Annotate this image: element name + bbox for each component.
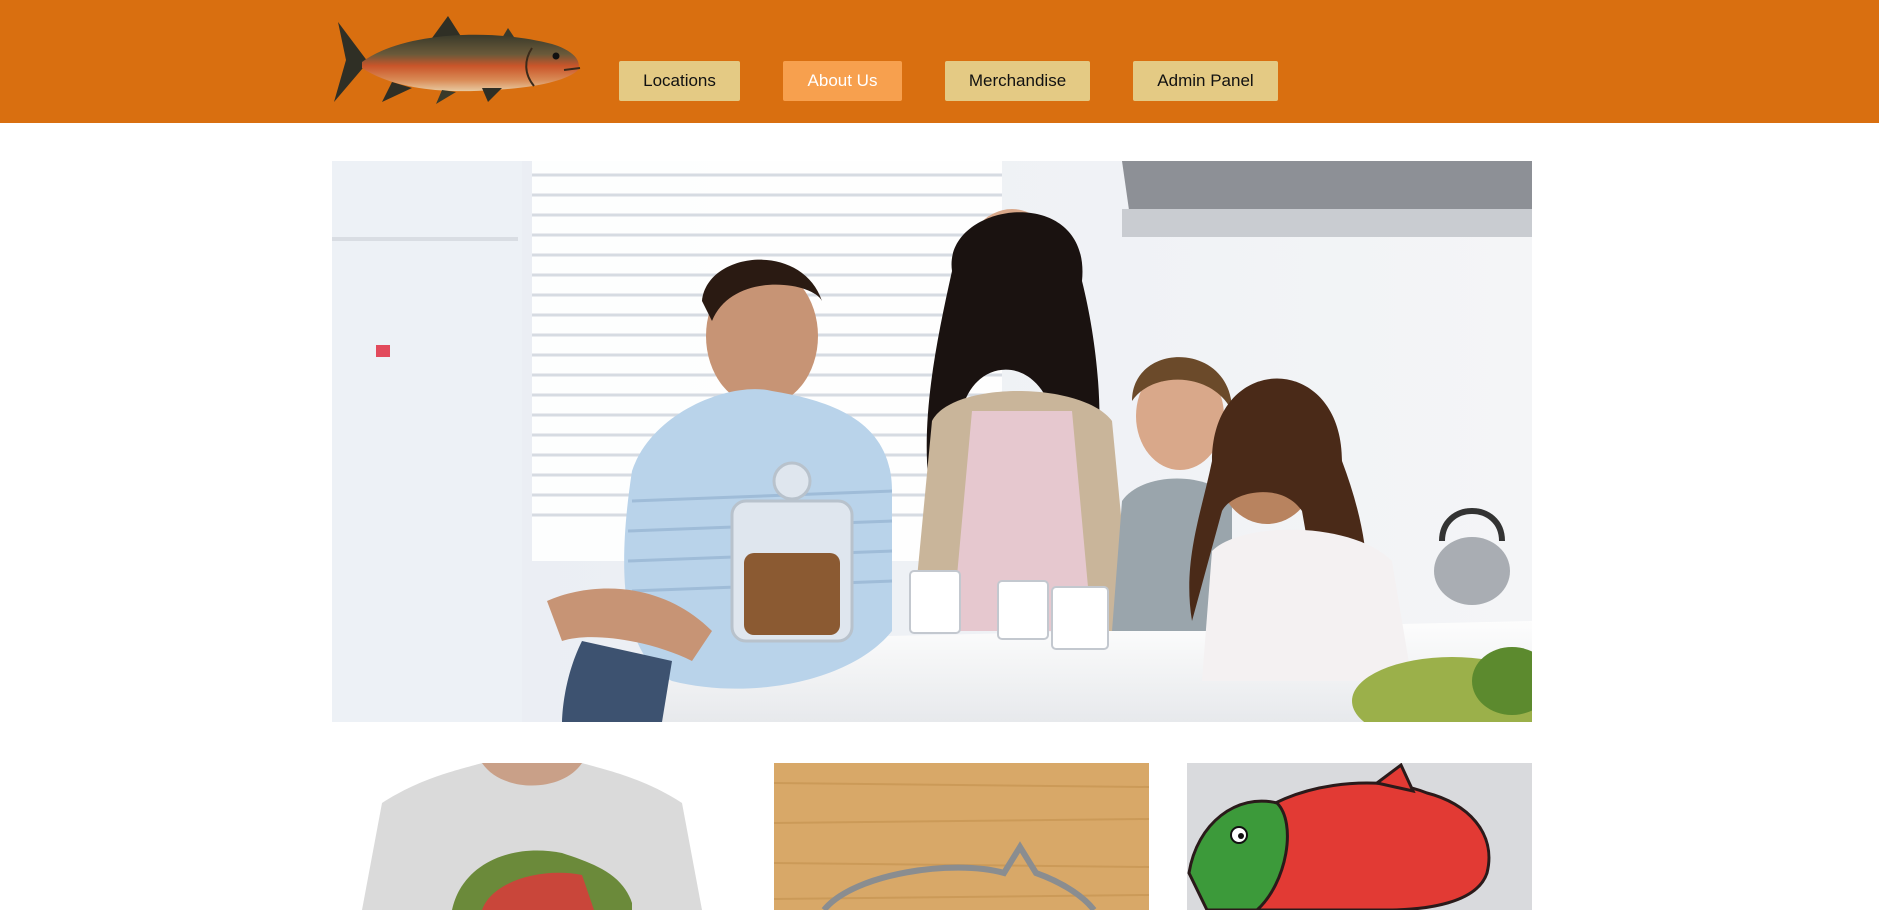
- salmon-logo-icon[interactable]: [332, 14, 584, 106]
- nav-merchandise-button[interactable]: Merchandise: [945, 61, 1090, 101]
- nav-locations-button[interactable]: Locations: [619, 61, 740, 101]
- site-header: Locations About Us Merchandise Admin Pan…: [0, 0, 1879, 123]
- nav-admin-panel-button[interactable]: Admin Panel: [1133, 61, 1278, 101]
- nav-about-us-button[interactable]: About Us: [783, 61, 902, 101]
- family-kitchen-photo: [332, 161, 1532, 722]
- salmon-tshirt-photo: [332, 763, 720, 910]
- salmon-cookie-photo: [1187, 763, 1532, 910]
- salmon-cookie-cutter-photo: [774, 763, 1149, 910]
